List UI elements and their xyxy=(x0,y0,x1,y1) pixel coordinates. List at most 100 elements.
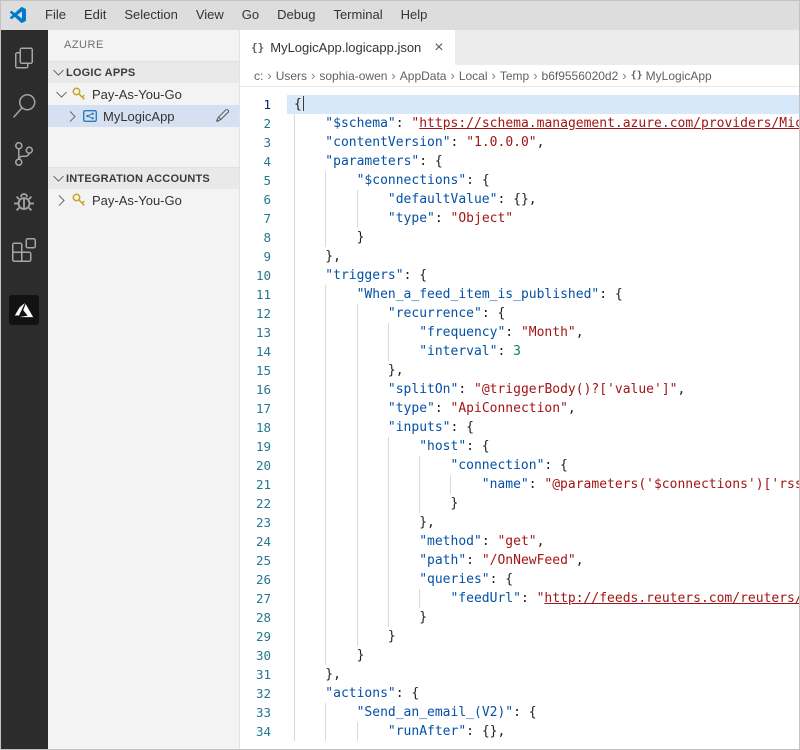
indent-guide xyxy=(294,494,325,513)
code-line[interactable]: 30} xyxy=(240,646,800,665)
menu-item-file[interactable]: File xyxy=(36,0,75,30)
tab-mylogicapp[interactable]: {} MyLogicApp.logicapp.json × xyxy=(240,30,455,65)
code-line[interactable]: 16"splitOn": "@triggerBody()?['value']", xyxy=(240,380,800,399)
breadcrumb-item-appdata[interactable]: AppData xyxy=(398,69,449,83)
indent-guide xyxy=(325,627,356,646)
breadcrumb-item-c[interactable]: c: xyxy=(252,69,265,83)
code-line[interactable]: 25"path": "/OnNewFeed", xyxy=(240,551,800,570)
breadcrumb-item-b6f9556020d2[interactable]: b6f9556020d2 xyxy=(540,69,621,83)
pencil-icon[interactable] xyxy=(215,108,231,124)
json-braces-icon: {} xyxy=(251,41,264,54)
code-line[interactable]: 10"triggers": { xyxy=(240,266,800,285)
code-line[interactable]: 2"$schema": "https://schema.management.a… xyxy=(240,114,800,133)
line-number: 30 xyxy=(240,646,287,665)
code-line[interactable]: 8} xyxy=(240,228,800,247)
menu-item-view[interactable]: View xyxy=(187,0,233,30)
code-line[interactable]: 22} xyxy=(240,494,800,513)
code-line[interactable]: 27"feedUrl": "http://feeds.reuters.com/r… xyxy=(240,589,800,608)
breadcrumb-item-temp[interactable]: Temp xyxy=(498,69,531,83)
code-line[interactable]: 12"recurrence": { xyxy=(240,304,800,323)
code-line-content: }, xyxy=(287,361,800,380)
tab-close-icon[interactable]: × xyxy=(434,40,443,56)
debug-icon xyxy=(12,190,36,214)
line-number: 11 xyxy=(240,285,287,304)
tree-item-mylogicapp[interactable]: MyLogicApp xyxy=(48,105,239,127)
indent-guide xyxy=(388,551,419,570)
code-line[interactable]: 13"frequency": "Month", xyxy=(240,323,800,342)
code-line-content: }, xyxy=(287,513,800,532)
section-header-integration-accounts[interactable]: INTEGRATION ACCOUNTS xyxy=(48,167,239,189)
activity-azure-icon[interactable] xyxy=(0,286,48,334)
activity-explorer-icon[interactable] xyxy=(0,34,48,82)
code-line-content: "$connections": { xyxy=(287,171,800,190)
menu-item-help[interactable]: Help xyxy=(392,0,437,30)
code-line[interactable]: 7"type": "Object" xyxy=(240,209,800,228)
indent-guide xyxy=(325,475,356,494)
code-line[interactable]: 34"runAfter": {}, xyxy=(240,722,800,741)
menu-item-debug[interactable]: Debug xyxy=(268,0,324,30)
breadcrumb-label: b6f9556020d2 xyxy=(542,69,619,83)
code-line[interactable]: 4"parameters": { xyxy=(240,152,800,171)
indent-guide xyxy=(294,608,325,627)
code-line-content: "queries": { xyxy=(287,570,800,589)
line-number: 32 xyxy=(240,684,287,703)
code-line[interactable]: 28} xyxy=(240,608,800,627)
indent-guide xyxy=(388,323,419,342)
tree-item-pay-as-you-go[interactable]: Pay-As-You-Go xyxy=(48,189,239,211)
code-line[interactable]: 5"$connections": { xyxy=(240,171,800,190)
indent-guide xyxy=(357,722,388,741)
code-token: : xyxy=(466,553,482,568)
code-line[interactable]: 14"interval": 3 xyxy=(240,342,800,361)
breadcrumb-item-local[interactable]: Local xyxy=(457,69,490,83)
menu-item-selection[interactable]: Selection xyxy=(115,0,186,30)
code-line[interactable]: 23}, xyxy=(240,513,800,532)
section-logic-apps: LOGIC APPSPay-As-You-GoMyLogicApp xyxy=(48,61,239,127)
code-token: "ApiConnection" xyxy=(451,401,568,416)
menu-item-terminal[interactable]: Terminal xyxy=(324,0,391,30)
code-token: "When_a_feed_item_is_published" xyxy=(357,287,600,302)
code-line[interactable]: 17"type": "ApiConnection", xyxy=(240,399,800,418)
code-token: "host" xyxy=(419,439,466,454)
code-line[interactable]: 31}, xyxy=(240,665,800,684)
menu-item-go[interactable]: Go xyxy=(233,0,268,30)
tree-item-pay-as-you-go[interactable]: Pay-As-You-Go xyxy=(48,83,239,105)
breadcrumb-item-sophia-owen[interactable]: sophia-owen xyxy=(317,69,389,83)
section-header-logic-apps[interactable]: LOGIC APPS xyxy=(48,61,239,83)
code-editor[interactable]: 1{2"$schema": "https://schema.management… xyxy=(240,87,800,750)
code-line[interactable]: 19"host": { xyxy=(240,437,800,456)
code-token: "runAfter" xyxy=(388,724,466,739)
code-line-content: "runAfter": {}, xyxy=(287,722,800,741)
code-line[interactable]: 26"queries": { xyxy=(240,570,800,589)
activity-extensions-icon[interactable] xyxy=(0,226,48,274)
code-line-content: "Send_an_email_(V2)": { xyxy=(287,703,800,722)
code-line[interactable]: 24"method": "get", xyxy=(240,532,800,551)
activity-search-icon[interactable] xyxy=(0,82,48,130)
activity-source-control-icon[interactable] xyxy=(0,130,48,178)
code-line[interactable]: 3"contentVersion": "1.0.0.0", xyxy=(240,133,800,152)
code-line[interactable]: 9}, xyxy=(240,247,800,266)
code-line[interactable]: 32"actions": { xyxy=(240,684,800,703)
code-line-content: "frequency": "Month", xyxy=(287,323,800,342)
breadcrumb-item-users[interactable]: Users xyxy=(274,69,309,83)
breadcrumb-item-mylogicapp[interactable]: {}MyLogicApp xyxy=(629,69,714,83)
code-line-content: "actions": { xyxy=(287,684,800,703)
code-line[interactable]: 20"connection": { xyxy=(240,456,800,475)
menu-item-edit[interactable]: Edit xyxy=(75,0,115,30)
code-line[interactable]: 1{ xyxy=(240,95,800,114)
code-token: : { xyxy=(513,705,536,720)
activity-debug-icon[interactable] xyxy=(0,178,48,226)
indent-guide xyxy=(294,589,325,608)
code-line[interactable]: 21"name": "@parameters('$connections')['… xyxy=(240,475,800,494)
code-line[interactable]: 29} xyxy=(240,627,800,646)
code-token: : { xyxy=(404,268,427,283)
code-token: https://schema.management.azure.com/prov… xyxy=(419,116,800,131)
code-line[interactable]: 33"Send_an_email_(V2)": { xyxy=(240,703,800,722)
indent-guide xyxy=(325,418,356,437)
code-line[interactable]: 11"When_a_feed_item_is_published": { xyxy=(240,285,800,304)
code-line[interactable]: 6"defaultValue": {}, xyxy=(240,190,800,209)
code-line[interactable]: 18"inputs": { xyxy=(240,418,800,437)
code-line[interactable]: 15}, xyxy=(240,361,800,380)
code-line-content: "$schema": "https://schema.management.az… xyxy=(287,114,800,133)
indent-guide xyxy=(357,589,388,608)
breadcrumb-separator: › xyxy=(309,68,317,83)
